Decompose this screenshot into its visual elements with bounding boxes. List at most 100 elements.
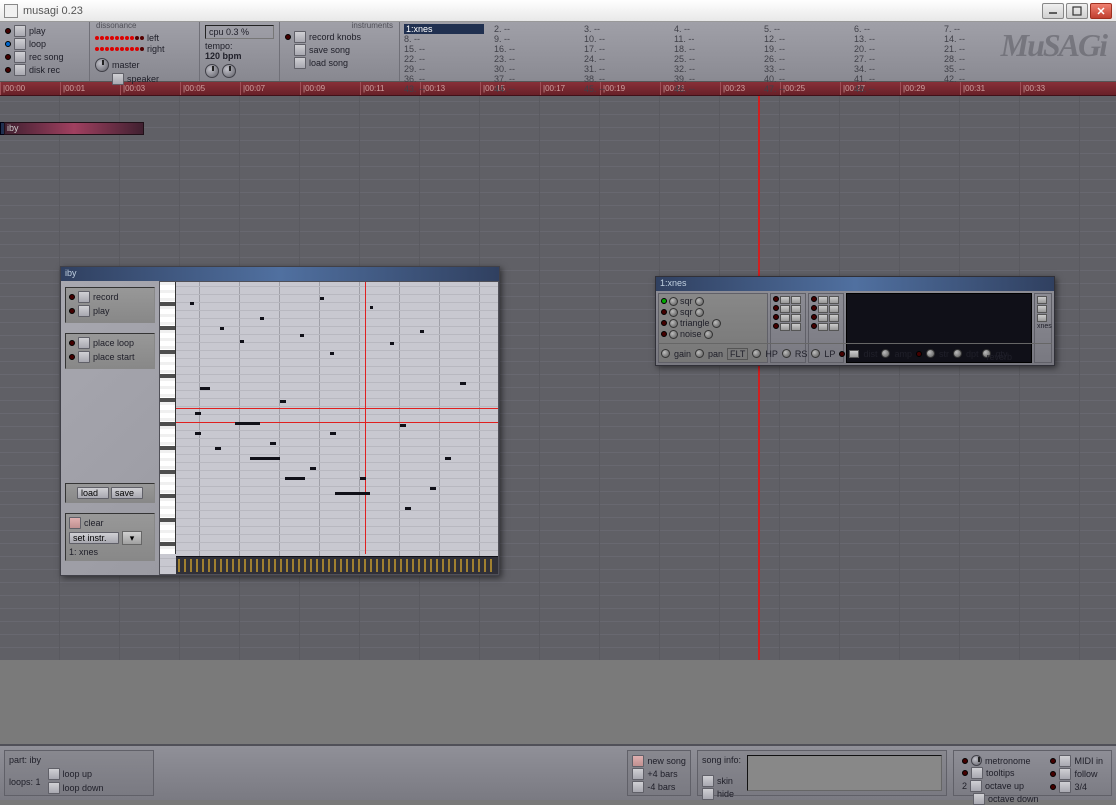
instrument-slot-22[interactable]: 22. -- — [404, 54, 484, 64]
song-info-text[interactable] — [747, 755, 942, 791]
dist-led[interactable] — [839, 351, 845, 357]
midi-in-button[interactable] — [1059, 755, 1071, 767]
env-btn-3a[interactable] — [780, 314, 790, 322]
env2-btn-3b[interactable] — [829, 314, 839, 322]
pan-knob[interactable] — [695, 349, 704, 358]
hide-button[interactable] — [702, 788, 714, 800]
instrument-slot-20[interactable]: 20. -- — [854, 44, 934, 54]
pe-place-loop-button[interactable] — [78, 337, 90, 349]
instrument-slot-46[interactable]: 46. -- — [674, 84, 754, 94]
hp-knob[interactable] — [752, 349, 761, 358]
osc1-knob[interactable] — [669, 297, 678, 306]
osc3-led[interactable] — [661, 320, 667, 326]
instrument-window[interactable]: 1:xnes sqr sqr triangle noise — [655, 276, 1055, 366]
instrument-slot-13[interactable]: 13. -- — [854, 34, 934, 44]
osc4-led[interactable] — [661, 331, 667, 337]
osc1-led[interactable] — [661, 298, 667, 304]
plus4-button[interactable] — [632, 768, 644, 780]
tooltips-button[interactable] — [971, 767, 983, 779]
osc2-led[interactable] — [661, 309, 667, 315]
speaker-button[interactable] — [112, 73, 124, 85]
instrument-slot-19[interactable]: 19. -- — [764, 44, 844, 54]
instrument-slot-1[interactable]: 1:xnes — [404, 24, 484, 34]
instrument-slot-40[interactable]: 40. -- — [764, 74, 844, 84]
str-knob[interactable] — [926, 349, 935, 358]
pe-load-button[interactable]: load — [77, 487, 109, 499]
instrument-slot-26[interactable]: 26. -- — [764, 54, 844, 64]
env2-btn-2a[interactable] — [818, 305, 828, 313]
record-knobs-button[interactable] — [294, 31, 306, 43]
instrument-slot-15[interactable]: 15. -- — [404, 44, 484, 54]
clip-iby[interactable]: iby — [4, 122, 144, 135]
piano-keys[interactable] — [160, 282, 176, 554]
instrument-slot-42[interactable]: 42. -- — [944, 74, 1024, 84]
rec-song-button[interactable] — [14, 51, 26, 63]
instrument-slot-8[interactable]: 8. -- — [404, 34, 484, 44]
side-btn-1[interactable] — [1037, 296, 1047, 304]
tempo-fine-knob[interactable] — [222, 64, 236, 78]
part-editor-window[interactable]: iby record play place loop place start l… — [60, 266, 500, 576]
load-song-button[interactable] — [294, 57, 306, 69]
instrument-slot-32[interactable]: 32. -- — [674, 64, 754, 74]
maximize-button[interactable] — [1066, 3, 1088, 19]
instrument-slot-10[interactable]: 10. -- — [584, 34, 664, 44]
master-knob[interactable] — [95, 58, 109, 72]
instrument-slot-2[interactable]: 2. -- — [494, 24, 574, 34]
pe-play-button[interactable] — [78, 305, 90, 317]
env-btn-3b[interactable] — [791, 314, 801, 322]
instrument-slot-33[interactable]: 33. -- — [764, 64, 844, 74]
skin-button[interactable] — [702, 775, 714, 787]
lp-knob[interactable] — [811, 349, 820, 358]
osc3-knob[interactable] — [669, 319, 678, 328]
instrument-slot-48[interactable]: 48. -- — [854, 84, 934, 94]
octave-up-button[interactable] — [970, 780, 982, 792]
instrument-slot-23[interactable]: 23. -- — [494, 54, 574, 64]
follow-button[interactable] — [1059, 768, 1071, 780]
gain-knob[interactable] — [661, 349, 670, 358]
instrument-slot-47[interactable]: 47. -- — [764, 84, 844, 94]
env2-btn-1a[interactable] — [818, 296, 828, 304]
piano-roll[interactable] — [159, 281, 499, 575]
loop-up-button[interactable] — [48, 768, 60, 780]
instrument-slot-6[interactable]: 6. -- — [854, 24, 934, 34]
instrument-slot-43[interactable]: 43. -- — [404, 84, 484, 94]
playhead[interactable] — [758, 96, 760, 660]
three-four-button[interactable] — [1059, 781, 1071, 793]
instrument-slot-38[interactable]: 38. -- — [584, 74, 664, 84]
dpt-knob[interactable] — [953, 349, 962, 358]
env2-btn-4a[interactable] — [818, 323, 828, 331]
instrument-slot-3[interactable]: 3. -- — [584, 24, 664, 34]
save-song-button[interactable] — [294, 44, 306, 56]
osc4-tune[interactable] — [704, 330, 713, 339]
pe-place-start-button[interactable] — [78, 351, 90, 363]
track-area[interactable]: 1 iby iby record play place loop place s… — [0, 96, 1116, 660]
tempo-knob[interactable] — [205, 64, 219, 78]
loop-down-button[interactable] — [48, 782, 60, 794]
instrument-slot-18[interactable]: 18. -- — [674, 44, 754, 54]
instrument-slot-9[interactable]: 9. -- — [494, 34, 574, 44]
instrument-slot-31[interactable]: 31. -- — [584, 64, 664, 74]
minimize-button[interactable] — [1042, 3, 1064, 19]
part-editor-title[interactable]: iby — [61, 267, 499, 281]
pe-save-button[interactable]: save — [111, 487, 143, 499]
play-button[interactable] — [14, 25, 26, 37]
side-btn-3[interactable] — [1037, 314, 1047, 322]
instrument-slot-37[interactable]: 37. -- — [494, 74, 574, 84]
instrument-slot-12[interactable]: 12. -- — [764, 34, 844, 44]
instrument-title[interactable]: 1:xnes — [656, 277, 1054, 291]
env2-btn-2b[interactable] — [829, 305, 839, 313]
env-btn-2a[interactable] — [780, 305, 790, 313]
env-btn-2b[interactable] — [791, 305, 801, 313]
instrument-slot-36[interactable]: 36. -- — [404, 74, 484, 84]
osc1-tune[interactable] — [695, 297, 704, 306]
instrument-slot-5[interactable]: 5. -- — [764, 24, 844, 34]
pe-setinstr-button[interactable]: set instr. — [69, 532, 119, 544]
instrument-slot-44[interactable]: 44. -- — [494, 84, 574, 94]
env2-btn-3a[interactable] — [818, 314, 828, 322]
reverb-led[interactable] — [916, 351, 922, 357]
loop-button[interactable] — [14, 38, 26, 50]
instrument-slot-34[interactable]: 34. -- — [854, 64, 934, 74]
velocity-lane[interactable] — [176, 556, 498, 574]
amp-knob[interactable] — [881, 349, 890, 358]
instrument-slot-25[interactable]: 25. -- — [674, 54, 754, 64]
